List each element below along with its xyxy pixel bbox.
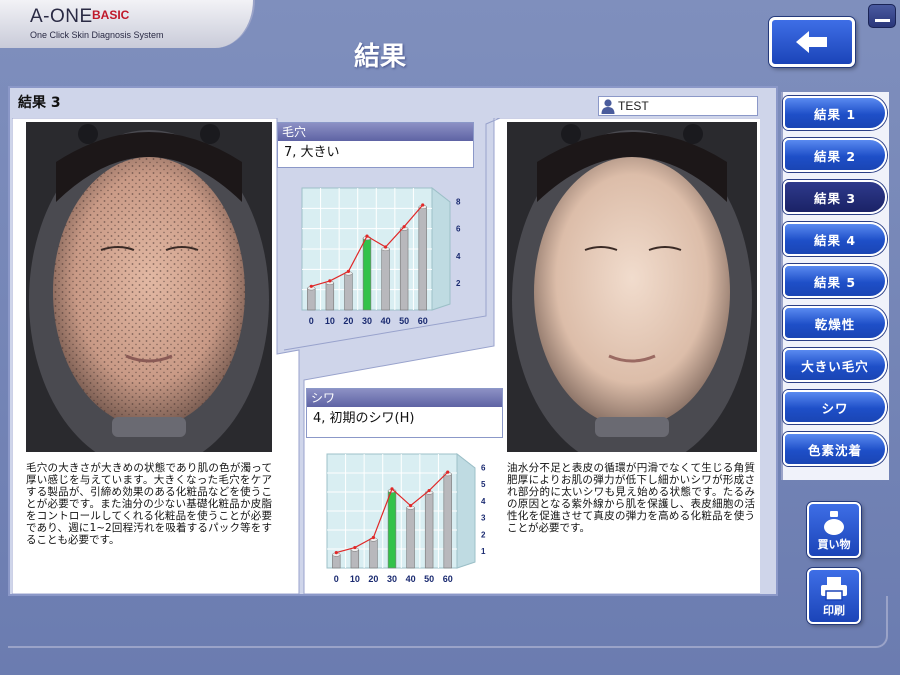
pores-chart-trend-point bbox=[328, 279, 332, 283]
sidebar-item-result-5[interactable]: 結果 5 bbox=[783, 264, 887, 298]
pores-result: 毛穴 7, 大きい bbox=[277, 122, 474, 168]
wrinkle-chart-bar bbox=[387, 488, 397, 569]
pores-value: 7, 大きい bbox=[284, 145, 340, 160]
face-photo-left bbox=[26, 122, 272, 452]
wrinkle-chart-x-tick-label: 10 bbox=[350, 574, 360, 584]
wrinkle-chart-trend-point bbox=[446, 470, 450, 474]
pores-chart-trend-point bbox=[309, 284, 313, 288]
wrinkle-chart-bar bbox=[406, 505, 415, 569]
wrinkle-chart: 0 10 20 30 40 50 60 1 2 3 4 5 6 bbox=[317, 448, 497, 594]
pores-chart-trend-point bbox=[421, 203, 425, 207]
result-panel: 結果 3 TEST 毛穴 7, 大きい 0 10 20 30 40 50 60 … bbox=[8, 86, 778, 596]
sidebar-item-large-pores[interactable]: 大きい毛穴 bbox=[783, 348, 887, 382]
wrinkle-chart-y-tick-label: 2 bbox=[481, 530, 486, 539]
person-icon bbox=[601, 99, 615, 114]
pores-chart-side-wall bbox=[431, 186, 451, 311]
pores-chart-trend-point bbox=[365, 234, 369, 238]
sidebar-item-result-1[interactable]: 結果 1 bbox=[783, 96, 887, 130]
shop-label: 買い物 bbox=[817, 538, 851, 551]
pores-chart: 0 10 20 30 40 50 60 2 4 6 8 bbox=[292, 182, 472, 336]
page-title: 結果 bbox=[353, 42, 406, 72]
pores-chart-bar bbox=[418, 204, 427, 311]
sidebar-item-result-3[interactable]: 結果 3 bbox=[783, 180, 887, 214]
wrinkle-chart-y-tick-label: 5 bbox=[481, 480, 486, 489]
logo-brand: A-ONE bbox=[30, 6, 93, 27]
pores-chart-bar bbox=[381, 246, 390, 311]
pores-chart-x-tick-label: 30 bbox=[362, 316, 372, 326]
pores-chart-trend-point bbox=[402, 225, 406, 229]
bottom-rail bbox=[8, 596, 888, 648]
wrinkle-chart-y-tick-label: 3 bbox=[481, 514, 486, 523]
pores-chart-x-tick-label: 0 bbox=[309, 316, 314, 326]
back-button[interactable] bbox=[769, 17, 855, 67]
wrinkle-chart-y-tick-label: 6 bbox=[481, 463, 486, 472]
minimize-button[interactable] bbox=[868, 4, 896, 28]
sidebar-item-pigmentation[interactable]: 色素沈着 bbox=[783, 432, 887, 466]
pores-chart-bar bbox=[399, 226, 409, 311]
pores-description: 毛穴の大きさが大きめの状態であり肌の色が濁って厚い感じを与えています。大きくなっ… bbox=[26, 462, 272, 546]
wrinkle-chart-bar bbox=[443, 472, 452, 569]
pores-chart-x-tick-label: 50 bbox=[399, 316, 409, 326]
wrinkle-chart-trend-point bbox=[371, 535, 376, 540]
wrinkle-chart-trend-point bbox=[353, 545, 357, 550]
wrinkle-chart-trend-point bbox=[408, 504, 413, 508]
user-field: TEST bbox=[598, 96, 758, 116]
shop-button[interactable]: 買い物 bbox=[807, 502, 861, 558]
sidebar-item-result-2[interactable]: 結果 2 bbox=[783, 138, 887, 172]
pores-chart-trend-point bbox=[346, 269, 351, 273]
wrinkle-description: 油水分不足と表皮の循環が円滑でなくて生じる角質肥厚によりお肌の弾力が低下し細かい… bbox=[507, 462, 755, 534]
pores-header: 毛穴 bbox=[278, 123, 473, 141]
wrinkle-chart-x-tick-label: 20 bbox=[368, 574, 378, 584]
wrinkle-chart-y-tick-label: 4 bbox=[481, 497, 486, 506]
content-area: 毛穴 7, 大きい 0 10 20 30 40 50 60 2 4 6 8 シワ 4, 初期のシワ(… bbox=[12, 118, 760, 594]
wrinkle-result: シワ 4, 初期のシワ(H) bbox=[306, 388, 503, 438]
user-name: TEST bbox=[618, 99, 649, 113]
pores-chart-bar bbox=[362, 236, 372, 311]
pores-chart-x-tick-label: 10 bbox=[325, 316, 335, 326]
pores-chart-x-tick-label: 40 bbox=[381, 316, 391, 326]
pores-chart-bar bbox=[344, 271, 353, 311]
result-sidebar: 結果 1 結果 2 結果 3 結果 4 結果 5 乾燥性 大きい毛穴 シワ 色素… bbox=[781, 92, 889, 480]
wrinkle-chart-x-tick-label: 30 bbox=[387, 574, 397, 584]
wrinkle-chart-x-tick-label: 60 bbox=[443, 574, 453, 584]
wrinkle-chart-trend-point bbox=[427, 488, 431, 493]
sidebar-item-result-4[interactable]: 結果 4 bbox=[783, 222, 887, 256]
wrinkle-chart-bar bbox=[369, 537, 378, 569]
pores-chart-y-tick-label: 4 bbox=[456, 252, 461, 261]
wrinkle-chart-x-tick-label: 40 bbox=[406, 574, 416, 584]
wrinkle-chart-trend-point bbox=[334, 550, 338, 555]
arrow-left-icon bbox=[796, 31, 827, 53]
wrinkle-chart-y-tick-label: 1 bbox=[481, 547, 486, 556]
pores-chart-x-tick-label: 60 bbox=[418, 316, 428, 326]
sidebar-item-wrinkles[interactable]: シワ bbox=[783, 390, 887, 424]
wrinkle-chart-bar bbox=[350, 547, 360, 569]
wrinkle-chart-side-wall bbox=[456, 452, 476, 569]
pores-chart-trend-point bbox=[383, 245, 388, 249]
wrinkle-chart-bar bbox=[332, 552, 341, 569]
sidebar-item-dryness[interactable]: 乾燥性 bbox=[783, 306, 887, 340]
pores-chart-y-tick-label: 8 bbox=[456, 198, 461, 207]
logo-edition: BASIC bbox=[92, 8, 130, 22]
face-photo-right bbox=[507, 122, 757, 452]
pores-chart-y-tick-label: 2 bbox=[456, 279, 461, 288]
pores-chart-y-tick-label: 6 bbox=[456, 225, 461, 234]
pores-chart-bar bbox=[325, 280, 335, 311]
pores-chart-x-tick-label: 20 bbox=[343, 316, 353, 326]
wrinkle-chart-x-tick-label: 0 bbox=[334, 574, 339, 584]
pores-chart-bar bbox=[307, 286, 316, 311]
wrinkle-value: 4, 初期のシワ(H) bbox=[313, 411, 415, 426]
wrinkle-chart-x-tick-label: 50 bbox=[424, 574, 434, 584]
panel-caption: 結果 3 bbox=[18, 95, 61, 111]
wrinkle-chart-trend-point bbox=[390, 487, 394, 491]
perfume-bottle-icon bbox=[824, 511, 844, 535]
wrinkle-header: シワ bbox=[307, 389, 502, 407]
minimize-icon bbox=[875, 19, 890, 22]
wrinkle-chart-bar bbox=[424, 490, 434, 569]
